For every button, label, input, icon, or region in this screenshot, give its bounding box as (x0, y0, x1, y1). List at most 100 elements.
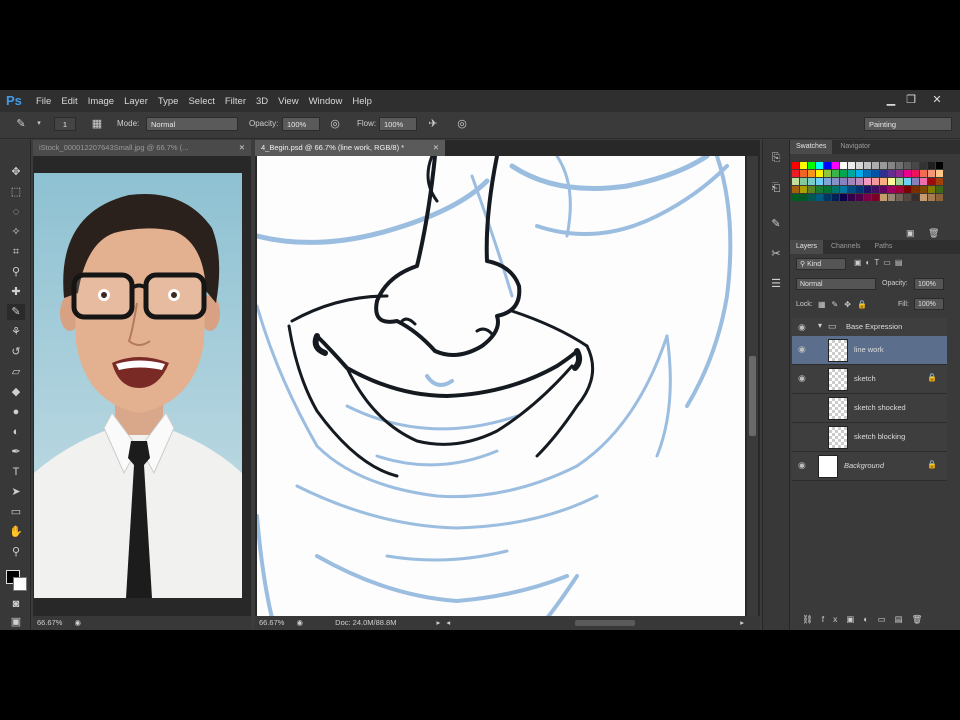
color-swatch[interactable] (896, 170, 903, 177)
color-swatch[interactable] (888, 178, 895, 185)
delete-swatch-icon[interactable]: 🗑 (928, 228, 939, 239)
color-swatch[interactable] (800, 178, 807, 185)
airbrush-icon[interactable]: ✈ (426, 117, 440, 131)
color-swatch[interactable] (864, 178, 871, 185)
color-swatch[interactable] (848, 194, 855, 201)
color-swatch[interactable] (824, 194, 831, 201)
menu-view[interactable]: View (278, 96, 298, 107)
color-swatch[interactable] (800, 162, 807, 169)
color-swatch[interactable] (792, 178, 799, 185)
drawing-canvas[interactable] (257, 156, 745, 618)
color-swatch[interactable] (808, 170, 815, 177)
color-swatch[interactable] (896, 186, 903, 193)
scroll-left-icon[interactable]: ◂ (446, 618, 450, 627)
color-swatch[interactable] (936, 186, 943, 193)
close-tab-icon[interactable]: ✕ (433, 140, 439, 156)
eye-hidden-icon[interactable]: ◉ (798, 402, 808, 412)
color-swatch[interactable] (832, 162, 839, 169)
color-swatch[interactable] (816, 194, 823, 201)
close-button[interactable]: ✕ (930, 94, 944, 106)
color-swatch[interactable] (880, 170, 887, 177)
color-swatch[interactable] (872, 178, 879, 185)
color-swatch[interactable] (808, 178, 815, 185)
quick-select-tool-icon[interactable]: ✧ (7, 224, 25, 240)
color-swatch[interactable] (880, 194, 887, 201)
color-swatch[interactable] (912, 178, 919, 185)
color-swatch[interactable] (840, 162, 847, 169)
color-swatch[interactable] (888, 194, 895, 201)
color-swatch[interactable] (928, 194, 935, 201)
opacity-input[interactable]: 100% (282, 117, 320, 131)
color-swatch[interactable] (848, 170, 855, 177)
color-swatch[interactable] (896, 194, 903, 201)
color-swatch[interactable] (800, 170, 807, 177)
color-swatch[interactable] (808, 186, 815, 193)
color-swatch[interactable] (792, 186, 799, 193)
color-swatch[interactable] (864, 194, 871, 201)
background-color-swatch[interactable] (13, 577, 27, 591)
color-swatch[interactable] (872, 162, 879, 169)
scroll-right-icon[interactable]: ▸ (740, 616, 744, 630)
color-swatch[interactable] (832, 194, 839, 201)
color-swatch[interactable] (872, 194, 879, 201)
chevron-down-icon[interactable]: ▾ (818, 321, 822, 330)
color-swatch[interactable] (928, 178, 935, 185)
color-swatch[interactable] (920, 186, 927, 193)
zoom-tool-icon[interactable]: ⚲ (7, 544, 25, 560)
color-swatch[interactable] (848, 162, 855, 169)
history-panel-icon[interactable]: ⎘ (768, 150, 784, 166)
brush-presets-panel-icon[interactable]: ✎ (768, 216, 784, 232)
tab-navigator[interactable]: Navigator (834, 140, 876, 154)
pressure-size-icon[interactable]: ◎ (455, 117, 469, 131)
color-swatch[interactable] (880, 162, 887, 169)
swatch-grid[interactable] (792, 162, 944, 212)
layer-line-work[interactable]: ◉ line work (792, 336, 947, 365)
color-swatch[interactable] (912, 194, 919, 201)
layer-sketch-blocking[interactable]: ◉ sketch blocking (792, 423, 947, 452)
color-swatch[interactable] (864, 186, 871, 193)
menu-edit[interactable]: Edit (61, 96, 77, 107)
tab-swatches[interactable]: Swatches (790, 140, 833, 154)
color-swatch[interactable] (808, 194, 815, 201)
color-swatch[interactable] (816, 170, 823, 177)
color-swatch[interactable] (808, 162, 815, 169)
layers-footer-icons[interactable]: ⛓fx▣◐▭▤🗑 (802, 614, 931, 625)
clone-stamp-tool-icon[interactable]: ⚘ (7, 324, 25, 340)
color-swatch[interactable] (904, 186, 911, 193)
color-swatch[interactable] (880, 178, 887, 185)
menu-select[interactable]: Select (188, 96, 214, 107)
type-tool-icon[interactable]: T (7, 464, 25, 480)
reference-zoom-level[interactable]: 66.67% (37, 618, 62, 627)
tab-channels[interactable]: Channels (825, 240, 867, 254)
color-swatch[interactable] (888, 186, 895, 193)
color-swatch[interactable] (832, 186, 839, 193)
screen-mode-icon[interactable]: ▣ (7, 614, 25, 630)
eyedropper-tool-icon[interactable]: ⚲ (7, 264, 25, 280)
shape-tool-icon[interactable]: ▭ (7, 504, 25, 520)
tab-paths[interactable]: Paths (869, 240, 899, 254)
color-swatch[interactable] (864, 162, 871, 169)
color-swatch[interactable] (824, 170, 831, 177)
color-swatch[interactable] (792, 170, 799, 177)
menu-window[interactable]: Window (309, 96, 343, 107)
color-swatch[interactable] (936, 194, 943, 201)
main-zoom-level[interactable]: 66.67% (259, 618, 284, 627)
layer-group-base-expression[interactable]: ◉ ▾ ▭ Base Expression (792, 318, 947, 337)
color-swatch[interactable] (840, 194, 847, 201)
status-info-icon[interactable]: ◉ (75, 618, 82, 627)
color-swatch[interactable] (824, 186, 831, 193)
color-swatch[interactable] (848, 178, 855, 185)
color-swatch[interactable] (840, 178, 847, 185)
color-swatch[interactable] (800, 186, 807, 193)
horizontal-scrollbar-thumb[interactable] (575, 620, 635, 626)
pen-tool-icon[interactable]: ✒ (7, 444, 25, 460)
healing-brush-tool-icon[interactable]: ✚ (7, 284, 25, 300)
layer-filter-icons[interactable]: ▣◐T▭▤ (854, 258, 906, 267)
color-swatch[interactable] (888, 162, 895, 169)
flow-input[interactable]: 100% (379, 117, 417, 131)
color-swatch[interactable] (928, 162, 935, 169)
properties-panel-icon[interactable]: ⎗ (768, 180, 784, 196)
layer-background[interactable]: ◉ Background 🔒 (792, 452, 947, 481)
color-swatch[interactable] (832, 170, 839, 177)
color-swatch[interactable] (816, 162, 823, 169)
